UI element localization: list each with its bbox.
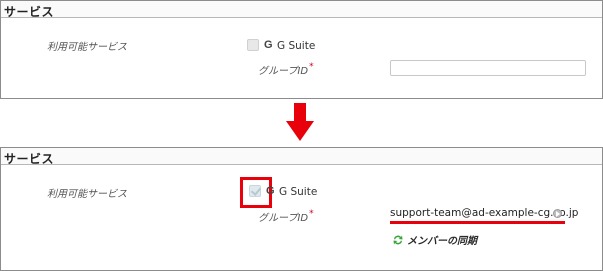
value-underline [390,221,565,224]
gsuite-label: G Suite [277,40,316,52]
panel-header: サービス [1,148,602,166]
required-mark: * [309,62,314,72]
google-g-icon: G [266,185,275,197]
group-id-label: グループID* [258,62,314,77]
panel-header: サービス [1,1,602,19]
google-g-icon: G [264,39,273,51]
gsuite-label: G Suite [279,186,318,198]
gsuite-checkbox[interactable] [247,39,259,51]
group-id-input[interactable] [390,60,586,76]
section-title: サービス [4,152,55,166]
service-label: 利用可能サービス [47,189,127,200]
sync-members-link[interactable]: メンバーの同期 [392,232,477,247]
section-title: サービス [4,5,55,19]
sync-link-label[interactable]: メンバーの同期 [407,232,477,247]
edit-icon[interactable] [553,209,562,218]
required-mark: * [309,209,314,219]
group-id-label: グループID* [258,209,314,224]
sync-icon [393,235,403,244]
down-arrow-icon [286,103,314,141]
group-id-value: support-team@ad-example-cg.co.jp [390,207,579,219]
service-label: 利用可能サービス [47,42,127,53]
